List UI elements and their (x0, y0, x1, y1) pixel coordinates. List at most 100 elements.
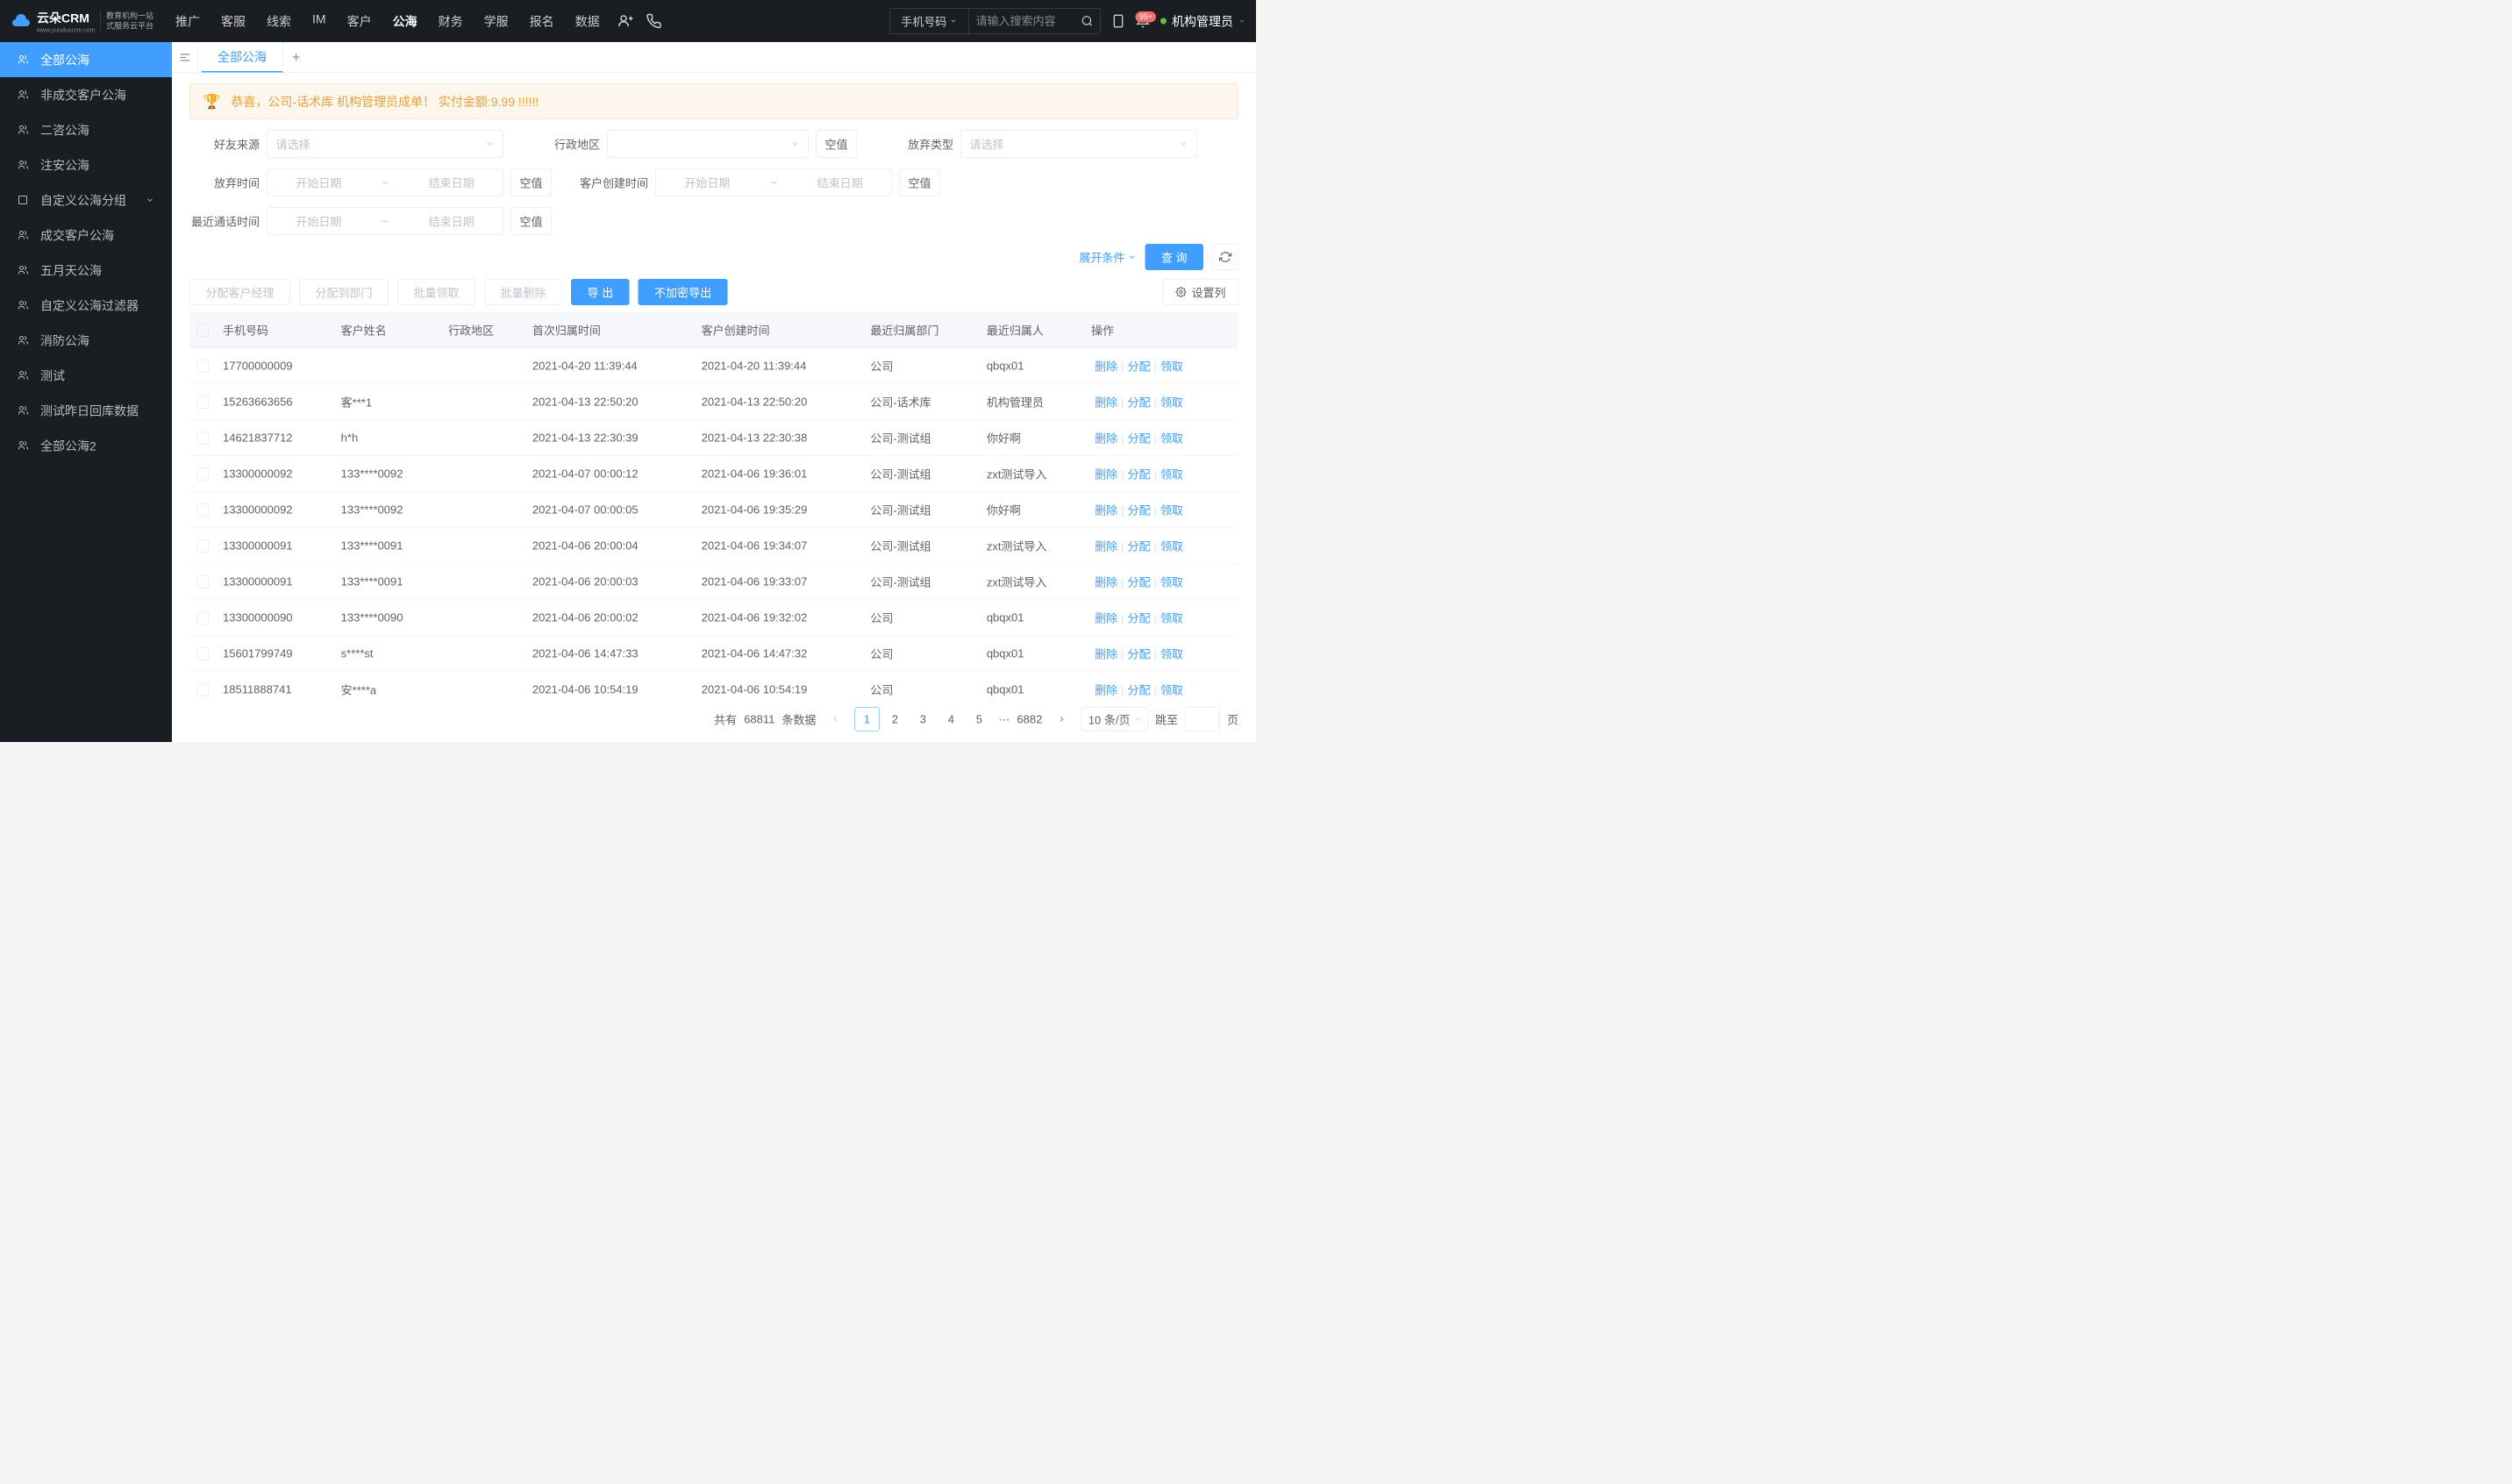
nav-item-IM[interactable]: IM (308, 9, 331, 33)
last-page[interactable]: 6882 (1017, 707, 1042, 731)
sidebar-item-5[interactable]: 成交客户公海 (0, 218, 172, 253)
create-time-null-button[interactable]: 空值 (899, 168, 940, 196)
claim-link[interactable]: 领取 (1157, 432, 1187, 446)
sidebar-item-3[interactable]: 注安公海 (0, 147, 172, 182)
batch-delete-button[interactable]: 批量删除 (484, 279, 562, 305)
per-page-select[interactable]: 10 条/页 (1081, 707, 1148, 731)
claim-link[interactable]: 领取 (1157, 648, 1187, 661)
delete-link[interactable]: 删除 (1091, 396, 1121, 410)
add-user-icon[interactable] (617, 13, 633, 29)
assign-link[interactable]: 分配 (1124, 684, 1153, 697)
search-button[interactable] (1074, 9, 1100, 34)
assign-link[interactable]: 分配 (1124, 468, 1153, 482)
row-checkbox[interactable] (196, 467, 209, 480)
row-checkbox[interactable] (196, 432, 209, 444)
delete-link[interactable]: 删除 (1091, 432, 1121, 446)
delete-link[interactable]: 删除 (1091, 612, 1121, 625)
select-all-checkbox[interactable] (196, 324, 209, 336)
row-checkbox[interactable] (196, 575, 209, 588)
sidebar-item-7[interactable]: 自定义公海过滤器 (0, 288, 172, 323)
row-checkbox[interactable] (196, 396, 209, 408)
bell-icon[interactable]: 99+ (1136, 14, 1150, 28)
export-button[interactable]: 导 出 (571, 279, 630, 305)
claim-link[interactable]: 领取 (1157, 468, 1187, 482)
sidebar-item-1[interactable]: 非成交客户公海 (0, 77, 172, 112)
export-plain-button[interactable]: 不加密导出 (639, 279, 728, 305)
delete-link[interactable]: 删除 (1091, 468, 1121, 482)
nav-item-客服[interactable]: 客服 (217, 9, 250, 33)
claim-link[interactable]: 领取 (1157, 540, 1187, 553)
assign-link[interactable]: 分配 (1124, 360, 1153, 374)
prev-page-button[interactable] (823, 707, 847, 731)
page-4[interactable]: 4 (938, 707, 963, 731)
assign-dept-button[interactable]: 分配到部门 (299, 279, 389, 305)
delete-link[interactable]: 删除 (1091, 360, 1121, 374)
assign-link[interactable]: 分配 (1124, 576, 1153, 589)
tab-all-public-sea[interactable]: 全部公海 (202, 42, 283, 72)
claim-link[interactable]: 领取 (1157, 504, 1187, 517)
delete-link[interactable]: 删除 (1091, 648, 1121, 661)
sidebar-item-2[interactable]: 二咨公海 (0, 112, 172, 147)
assign-link[interactable]: 分配 (1124, 648, 1153, 661)
abandon-time-range[interactable]: 开始日期~结束日期 (267, 168, 503, 196)
phone-icon[interactable] (646, 13, 662, 29)
claim-link[interactable]: 领取 (1157, 612, 1187, 625)
claim-link[interactable]: 领取 (1157, 576, 1187, 589)
row-checkbox[interactable] (196, 683, 209, 696)
row-checkbox[interactable] (196, 503, 209, 516)
assign-manager-button[interactable]: 分配客户经理 (189, 279, 290, 305)
assign-link[interactable]: 分配 (1124, 612, 1153, 625)
column-settings-button[interactable]: 设置列 (1163, 279, 1238, 305)
expand-filters-link[interactable]: 展开条件 (1079, 249, 1136, 266)
page-2[interactable]: 2 (882, 707, 907, 731)
nav-item-推广[interactable]: 推广 (171, 9, 204, 33)
sidebar-item-9[interactable]: 测试 (0, 358, 172, 393)
nav-item-线索[interactable]: 线索 (262, 9, 296, 33)
query-button[interactable]: 查 询 (1145, 244, 1203, 270)
region-null-button[interactable]: 空值 (816, 130, 857, 158)
sidebar-item-6[interactable]: 五月天公海 (0, 253, 172, 288)
call-time-range[interactable]: 开始日期~结束日期 (267, 207, 503, 235)
mobile-icon[interactable] (1111, 14, 1125, 28)
page-1[interactable]: 1 (854, 707, 879, 731)
abandon-type-select[interactable]: 请选择 (960, 130, 1197, 158)
tab-collapse-icon[interactable] (172, 44, 198, 70)
call-time-null-button[interactable]: 空值 (510, 207, 552, 235)
claim-link[interactable]: 领取 (1157, 396, 1187, 410)
abandon-time-null-button[interactable]: 空值 (510, 168, 552, 196)
sidebar-item-8[interactable]: 消防公海 (0, 323, 172, 358)
row-checkbox[interactable] (196, 360, 209, 372)
delete-link[interactable]: 删除 (1091, 684, 1121, 697)
refresh-button[interactable] (1212, 244, 1238, 270)
assign-link[interactable]: 分配 (1124, 540, 1153, 553)
batch-claim-button[interactable]: 批量领取 (397, 279, 475, 305)
page-3[interactable]: 3 (910, 707, 935, 731)
delete-link[interactable]: 删除 (1091, 540, 1121, 553)
row-checkbox[interactable] (196, 539, 209, 552)
create-time-range[interactable]: 开始日期~结束日期 (655, 168, 892, 196)
nav-item-财务[interactable]: 财务 (434, 9, 467, 33)
delete-link[interactable]: 删除 (1091, 576, 1121, 589)
sidebar-item-4[interactable]: 自定义公海分组 (0, 182, 172, 218)
next-page-button[interactable] (1049, 707, 1074, 731)
claim-link[interactable]: 领取 (1157, 360, 1187, 374)
nav-item-报名[interactable]: 报名 (525, 9, 559, 33)
page-5[interactable]: 5 (967, 707, 991, 731)
nav-item-公海[interactable]: 公海 (389, 9, 422, 33)
delete-link[interactable]: 删除 (1091, 504, 1121, 517)
search-input[interactable] (968, 9, 1074, 34)
friend-source-select[interactable]: 请选择 (267, 130, 503, 158)
assign-link[interactable]: 分配 (1124, 396, 1153, 410)
nav-item-客户[interactable]: 客户 (343, 9, 376, 33)
nav-item-数据[interactable]: 数据 (571, 9, 604, 33)
region-select[interactable] (607, 130, 809, 158)
sidebar-item-11[interactable]: 全部公海2 (0, 428, 172, 463)
nav-item-学服[interactable]: 学服 (480, 9, 513, 33)
sidebar-item-0[interactable]: 全部公海 (0, 42, 172, 77)
sidebar-item-10[interactable]: 测试昨日回库数据 (0, 393, 172, 428)
search-type-select[interactable]: 手机号码 (889, 9, 968, 34)
assign-link[interactable]: 分配 (1124, 504, 1153, 517)
row-checkbox[interactable] (196, 647, 209, 660)
logo[interactable]: 云朵CRM www.yunduocrm.com 教育机构一站 式服务云平台 (11, 9, 153, 33)
claim-link[interactable]: 领取 (1157, 684, 1187, 697)
